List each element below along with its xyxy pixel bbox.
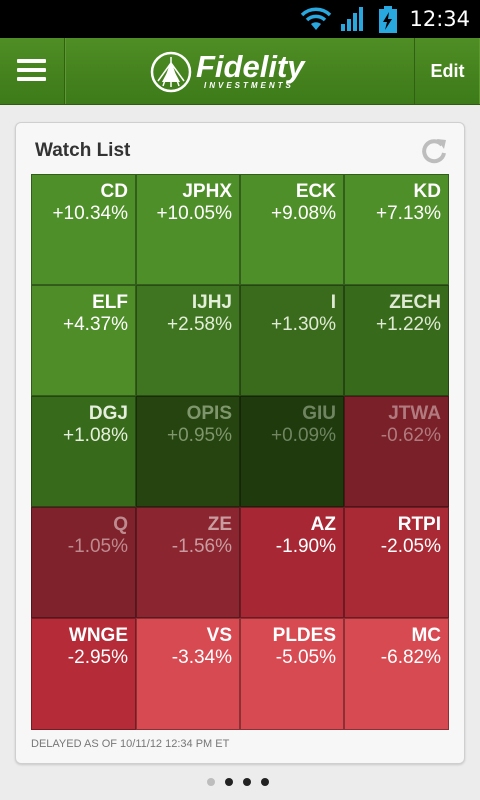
tile-symbol: VS <box>206 625 232 646</box>
tile-symbol: ZECH <box>389 292 441 313</box>
signal-icon <box>341 7 363 31</box>
watchlist-tile[interactable]: ELF +4.37% <box>31 285 136 396</box>
page-indicator <box>207 778 277 788</box>
tile-change-percent: +4.37% <box>63 314 128 335</box>
tile-symbol: ZE <box>207 514 232 535</box>
page-dot[interactable] <box>225 778 233 786</box>
page-dot[interactable] <box>261 778 269 786</box>
tile-change-percent: -1.56% <box>171 536 232 557</box>
tile-change-percent: +10.05% <box>156 203 232 224</box>
watchlist-tile[interactable]: OPIS +0.95% <box>136 396 240 507</box>
watchlist-tile[interactable]: I +1.30% <box>240 285 344 396</box>
tile-symbol: AZ <box>310 514 336 535</box>
watchlist-tile[interactable]: KD +7.13% <box>344 174 449 285</box>
tile-change-percent: -6.82% <box>380 647 441 668</box>
pyramid-logo-icon <box>150 51 192 93</box>
tile-change-percent: -2.95% <box>67 647 128 668</box>
tile-change-percent: -3.34% <box>171 647 232 668</box>
watchlist-tile[interactable]: VS -3.34% <box>136 618 240 730</box>
menu-button[interactable] <box>0 38 65 104</box>
tile-change-percent: +7.13% <box>376 203 441 224</box>
watchlist-tile[interactable]: ZE -1.56% <box>136 507 240 618</box>
tile-symbol: PLDES <box>272 625 336 646</box>
tile-symbol: ECK <box>295 181 336 202</box>
watchlist-tile[interactable]: CD +10.34% <box>31 174 136 285</box>
logo-text: Fidelity <box>196 49 305 84</box>
page-dot-active[interactable] <box>207 778 215 786</box>
logo-subtext: INVESTMENTS <box>204 81 294 90</box>
page-dot[interactable] <box>243 778 251 786</box>
tile-change-percent: +0.09% <box>271 425 336 446</box>
refresh-icon[interactable] <box>420 137 448 165</box>
tile-symbol: OPIS <box>186 403 232 424</box>
tile-change-percent: +1.22% <box>376 314 441 335</box>
tile-symbol: Q <box>113 514 128 535</box>
fidelity-logo: Fidelity INVESTMENTS <box>150 49 335 95</box>
tile-symbol: JTWA <box>388 403 441 424</box>
tile-symbol: GIU <box>302 403 336 424</box>
watchlist-tile[interactable]: PLDES -5.05% <box>240 618 344 730</box>
tile-change-percent: -0.62% <box>380 425 441 446</box>
hamburger-menu-icon <box>17 59 46 63</box>
watchlist-tile[interactable]: AZ -1.90% <box>240 507 344 618</box>
tile-change-percent: -1.90% <box>275 536 336 557</box>
tile-symbol: WNGE <box>68 625 128 646</box>
watch-list-heatmap: CD +10.34% JPHX +10.05% ECK +9.08% KD +7.13% ELF… <box>31 174 449 730</box>
watchlist-tile[interactable]: DGJ +1.08% <box>31 396 136 507</box>
battery-icon <box>379 6 397 33</box>
tile-change-percent: +9.08% <box>271 203 336 224</box>
watchlist-tile[interactable]: RTPI -2.05% <box>344 507 449 618</box>
tile-change-percent: +10.34% <box>52 203 128 224</box>
wifi-icon <box>300 7 332 30</box>
app-header: Fidelity INVESTMENTS Edit <box>0 38 480 105</box>
tile-change-percent: +1.08% <box>63 425 128 446</box>
tile-symbol: KD <box>413 181 441 202</box>
watchlist-tile[interactable]: MC -6.82% <box>344 618 449 730</box>
card-title: Watch List <box>35 140 131 161</box>
tile-change-percent: +0.95% <box>167 425 232 446</box>
delayed-quote-note: DELAYED AS OF 10/11/12 12:34 PM ET <box>31 738 230 750</box>
watchlist-tile[interactable]: ZECH +1.22% <box>344 285 449 396</box>
tile-change-percent: +1.30% <box>271 314 336 335</box>
tile-symbol: ELF <box>92 292 128 313</box>
tile-change-percent: -1.05% <box>67 536 128 557</box>
tile-symbol: I <box>330 292 336 313</box>
watchlist-tile[interactable]: JPHX +10.05% <box>136 174 240 285</box>
tile-symbol: JPHX <box>182 181 232 202</box>
watchlist-tile[interactable]: JTWA -0.62% <box>344 396 449 507</box>
watchlist-tile[interactable]: WNGE -2.95% <box>31 618 136 730</box>
watch-list-card: Watch List CD +10.34% JPHX +10.05% ECK +9.08%… <box>15 122 465 764</box>
watchlist-tile[interactable]: ECK +9.08% <box>240 174 344 285</box>
tile-change-percent: +2.58% <box>167 314 232 335</box>
tile-change-percent: -5.05% <box>275 647 336 668</box>
tile-symbol: RTPI <box>397 514 441 535</box>
status-time: 12:34 <box>409 7 470 31</box>
watchlist-tile[interactable]: GIU +0.09% <box>240 396 344 507</box>
watchlist-tile[interactable]: IJHJ +2.58% <box>136 285 240 396</box>
tile-symbol: IJHJ <box>191 292 232 313</box>
tile-symbol: CD <box>100 181 128 202</box>
watchlist-tile[interactable]: Q -1.05% <box>31 507 136 618</box>
status-bar: 12:34 <box>0 0 480 38</box>
edit-button[interactable]: Edit <box>414 38 480 104</box>
tile-symbol: DGJ <box>88 403 128 424</box>
tile-change-percent: -2.05% <box>380 536 441 557</box>
tile-symbol: MC <box>411 625 441 646</box>
